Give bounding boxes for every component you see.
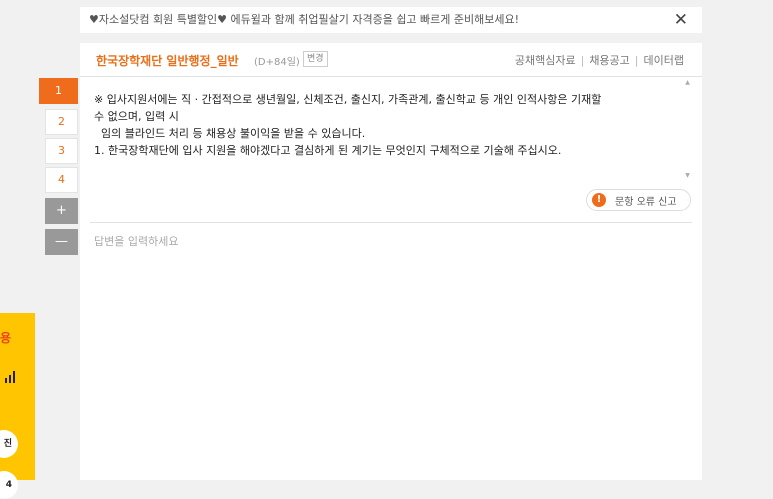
ad-text: 용 [0,331,12,345]
question-line: 1. 한국장학재단에 입사 지원을 해야겠다고 결심하게 된 계기는 무엇인지 … [94,144,562,157]
company-title[interactable]: 한국장학재단 일반행정_일반 [96,52,239,69]
ad-circle-badge[interactable]: 진 [0,430,18,458]
change-button[interactable]: 변경 [303,51,328,67]
remove-question-button[interactable]: — [45,229,78,255]
promo-text[interactable]: ♥자소설닷컴 회원 특별할인♥ 에듀윌과 함께 취업필살기 자격증을 쉽고 빠르… [89,13,519,26]
close-icon[interactable]: ✕ [674,7,688,33]
tab-question-3[interactable]: 3 [45,138,78,164]
question-line: 수 없으며, 입력 시 [94,110,179,123]
panel-header: 한국장학재단 일반행정_일반 (D+84일) 변경 공채핵심자료 | 채용공고 | 데이… [80,43,702,77]
link-job-postings[interactable]: 채용공고 [589,54,629,67]
header-links: 공채핵심자료 | 채용공고 | 데이터랩 [515,52,684,68]
tab-question-2[interactable]: 2 [45,109,78,135]
ad-circle-badge[interactable]: 4 [0,471,18,499]
scroll-down-icon[interactable]: ▼ [683,172,692,179]
link-separator: | [634,54,639,67]
side-ad-banner[interactable]: 용 진 4 [0,313,35,499]
scroll-up-icon[interactable]: ▲ [683,79,692,86]
tab-question-4[interactable]: 4 [45,167,78,193]
info-icon: ! [592,193,606,207]
question-line: ※ 입사지원서에는 직 · 간접적으로 생년월일, 신체조건, 출신지, 가족관… [94,93,602,106]
dday-label: (D+84일) [254,57,300,68]
report-error-button[interactable]: ! 문항 오류 신고 [586,189,691,211]
divider [90,222,692,223]
answer-input[interactable] [90,228,698,478]
report-label: 문항 오류 신고 [615,197,677,208]
signal-bars-icon [5,371,15,383]
question-line: 임의 블라인드 처리 등 채용상 불이익을 받을 수 있습니다. [94,127,366,140]
promo-banner[interactable]: ♥자소설닷컴 회원 특별할인♥ 에듀윌과 함께 취업필살기 자격증을 쉽고 빠르… [80,7,702,33]
link-data-lab[interactable]: 데이터랩 [644,54,684,67]
link-separator: | [580,54,585,67]
essay-panel: 한국장학재단 일반행정_일반 (D+84일) 변경 공채핵심자료 | 채용공고 | 데이… [80,43,702,480]
link-key-materials[interactable]: 공채핵심자료 [515,54,576,67]
question-text: ※ 입사지원서에는 직 · 간접적으로 생년월일, 신체조건, 출신지, 가족관… [94,91,666,159]
add-question-button[interactable]: + [45,198,78,224]
tab-question-1[interactable]: 1 [39,78,78,104]
question-scrollbar[interactable]: ▲ ▼ [683,79,692,179]
